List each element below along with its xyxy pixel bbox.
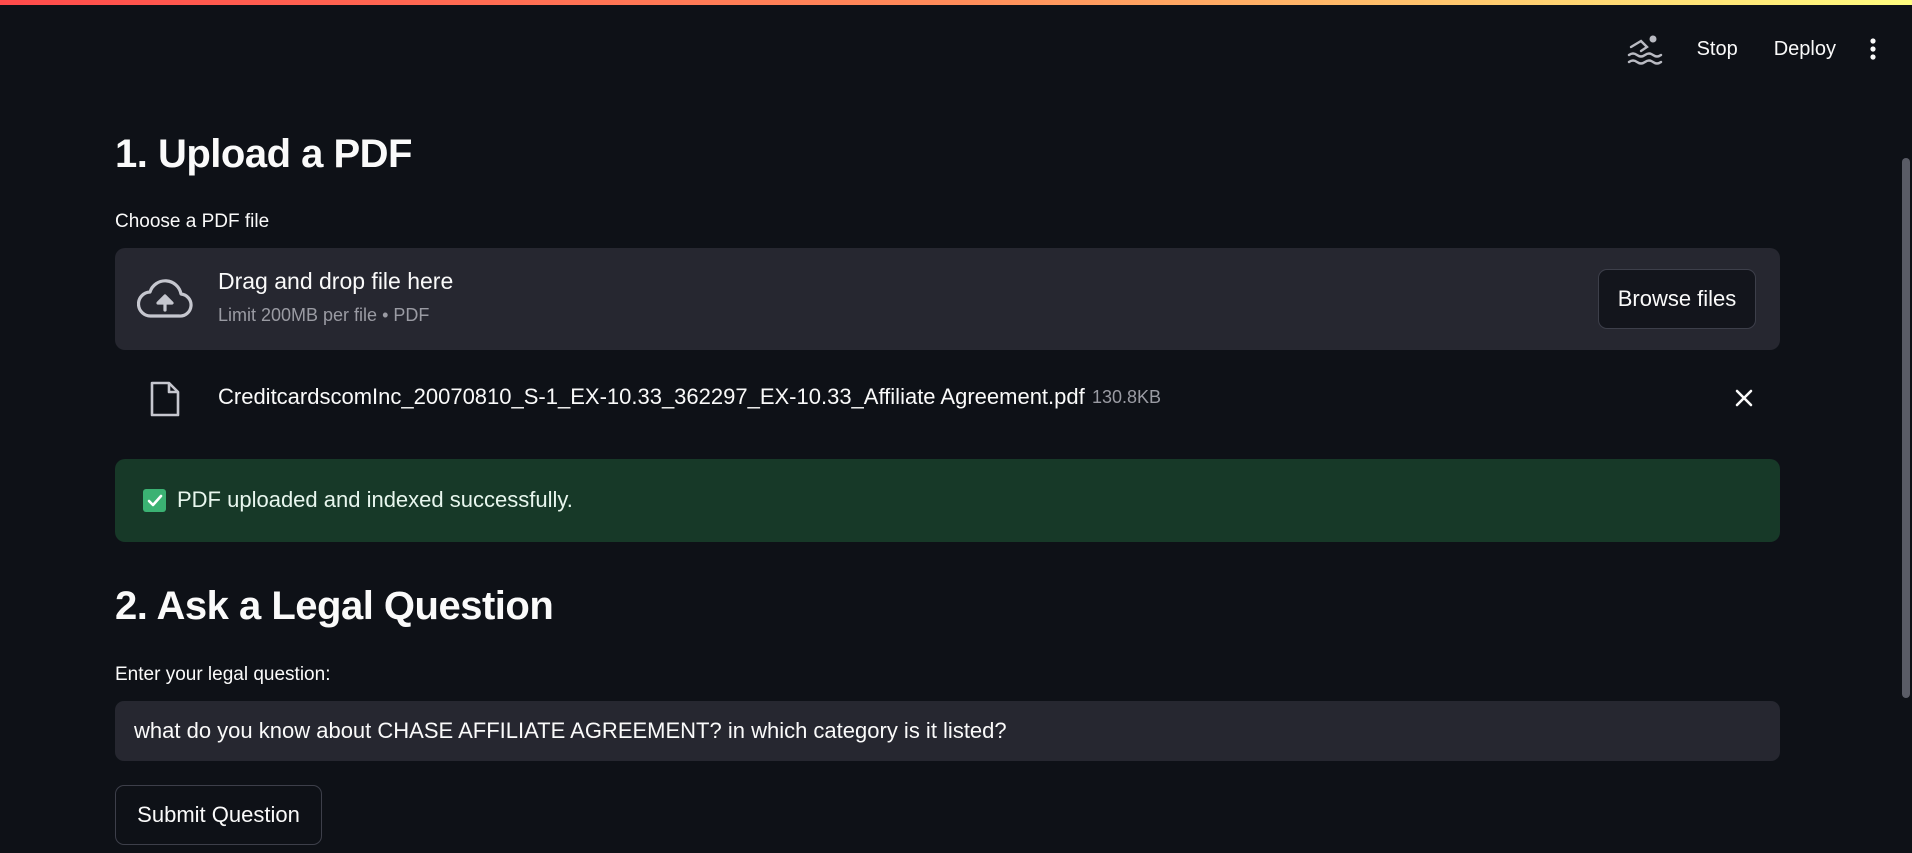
deploy-button[interactable]: Deploy xyxy=(1756,32,1854,67)
question-input-label: Enter your legal question: xyxy=(115,664,331,685)
swimmer-icon xyxy=(1625,29,1665,69)
legal-question-input[interactable] xyxy=(115,701,1780,761)
submit-question-button[interactable]: Submit Question xyxy=(115,785,322,845)
upload-section-title: 1. Upload a PDF xyxy=(115,132,413,176)
file-uploader-label: Choose a PDF file xyxy=(115,211,270,232)
cloud-upload-icon xyxy=(136,278,193,322)
dropzone-title: Drag and drop file here xyxy=(218,268,454,294)
uploaded-file-name: CreditcardscomInc_20070810_S-1_EX-10.33_… xyxy=(218,384,1085,409)
dropzone-limit-text: Limit 200MB per file • PDF xyxy=(218,305,430,325)
uploaded-file-row: CreditcardscomInc_20070810_S-1_EX-10.33_… xyxy=(115,368,1780,428)
kebab-menu-icon[interactable] xyxy=(1858,29,1888,69)
check-mark-icon xyxy=(143,489,166,512)
header-actions: Stop Deploy xyxy=(1625,29,1888,69)
success-alert: PDF uploaded and indexed successfully. xyxy=(115,459,1780,542)
question-section-title: 2. Ask a Legal Question xyxy=(115,584,554,628)
scrollbar-thumb[interactable] xyxy=(1902,158,1910,698)
stop-button[interactable]: Stop xyxy=(1679,32,1756,67)
success-message: PDF uploaded and indexed successfully. xyxy=(177,487,573,512)
file-icon xyxy=(149,380,181,418)
file-dropzone[interactable]: Drag and drop file here Limit 200MB per … xyxy=(115,248,1780,350)
browse-files-button[interactable]: Browse files xyxy=(1598,269,1756,329)
app-header: Stop Deploy xyxy=(0,5,1912,91)
remove-file-close-icon[interactable] xyxy=(1726,380,1762,416)
uploaded-file-size: 130.8KB xyxy=(1092,387,1162,407)
